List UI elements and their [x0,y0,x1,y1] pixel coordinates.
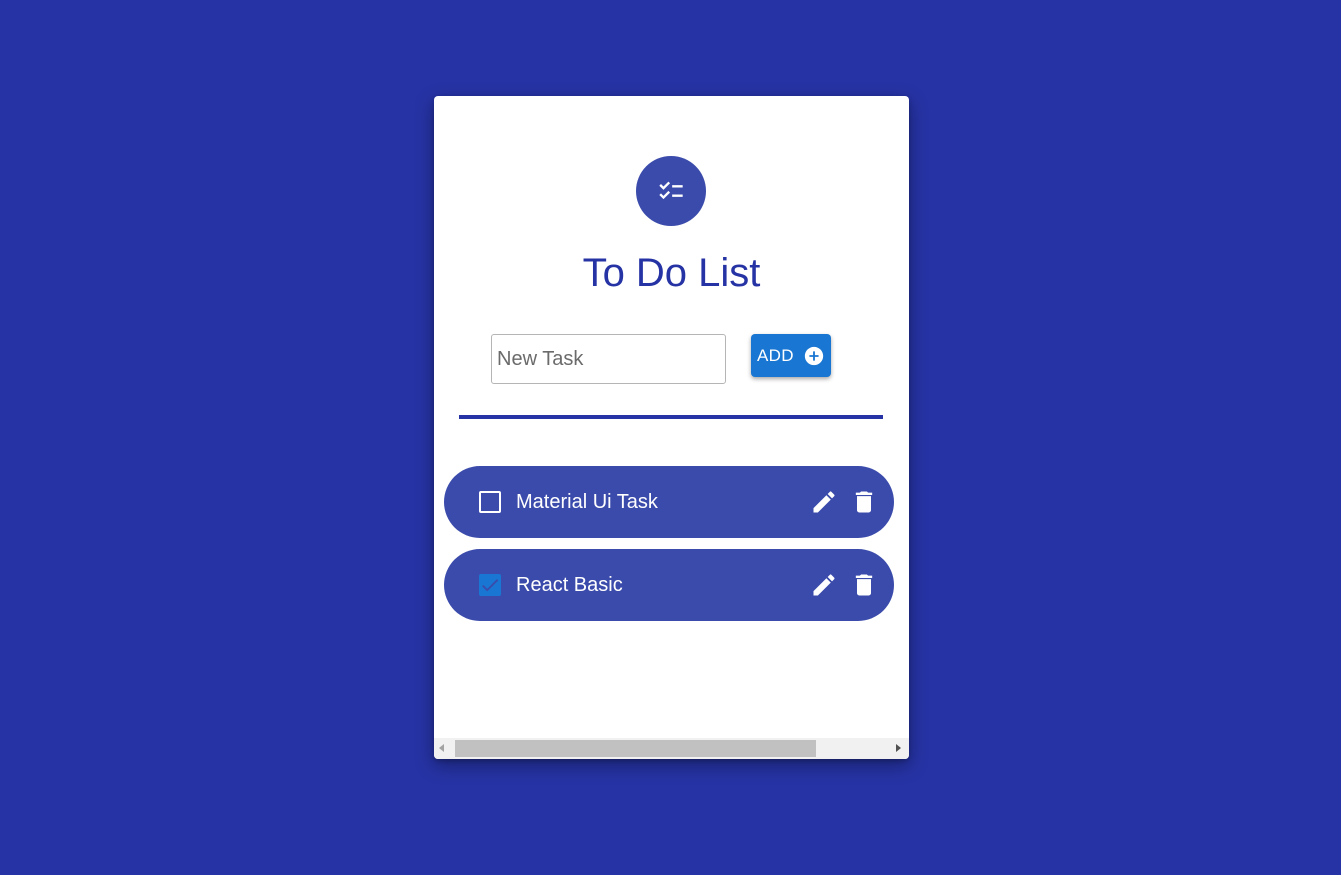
task-label: React Basic [516,574,623,596]
scrollbar-thumb[interactable] [455,740,816,757]
scroll-left-arrow-icon[interactable] [439,744,444,752]
task-checkbox[interactable] [479,574,501,596]
new-task-input[interactable] [491,334,726,384]
add-button-label: ADD [757,345,794,365]
page-title: To Do List [582,251,761,295]
add-task-button[interactable]: ADD [751,334,831,377]
horizontal-scrollbar[interactable] [434,738,909,759]
delete-icon [855,491,873,513]
checkmark-icon [482,579,499,592]
checklist-icon [659,181,683,200]
delete-button[interactable] [850,488,878,516]
add-circle-icon [803,345,825,367]
header-avatar [636,156,706,226]
edit-icon [813,574,835,596]
scroll-right-arrow-icon[interactable] [896,744,901,752]
edit-button[interactable] [810,488,838,516]
divider [459,415,883,419]
edit-button[interactable] [810,571,838,599]
edit-icon [813,491,835,513]
list-item: Material Ui Task [444,466,894,538]
task-label: Material Ui Task [516,491,658,513]
todo-card: To Do List ADD Material Ui Task [434,96,909,759]
task-list: Material Ui Task React Basic [444,466,894,632]
delete-button[interactable] [850,571,878,599]
delete-icon [855,574,873,596]
task-checkbox[interactable] [479,491,501,513]
list-item: React Basic [444,549,894,621]
